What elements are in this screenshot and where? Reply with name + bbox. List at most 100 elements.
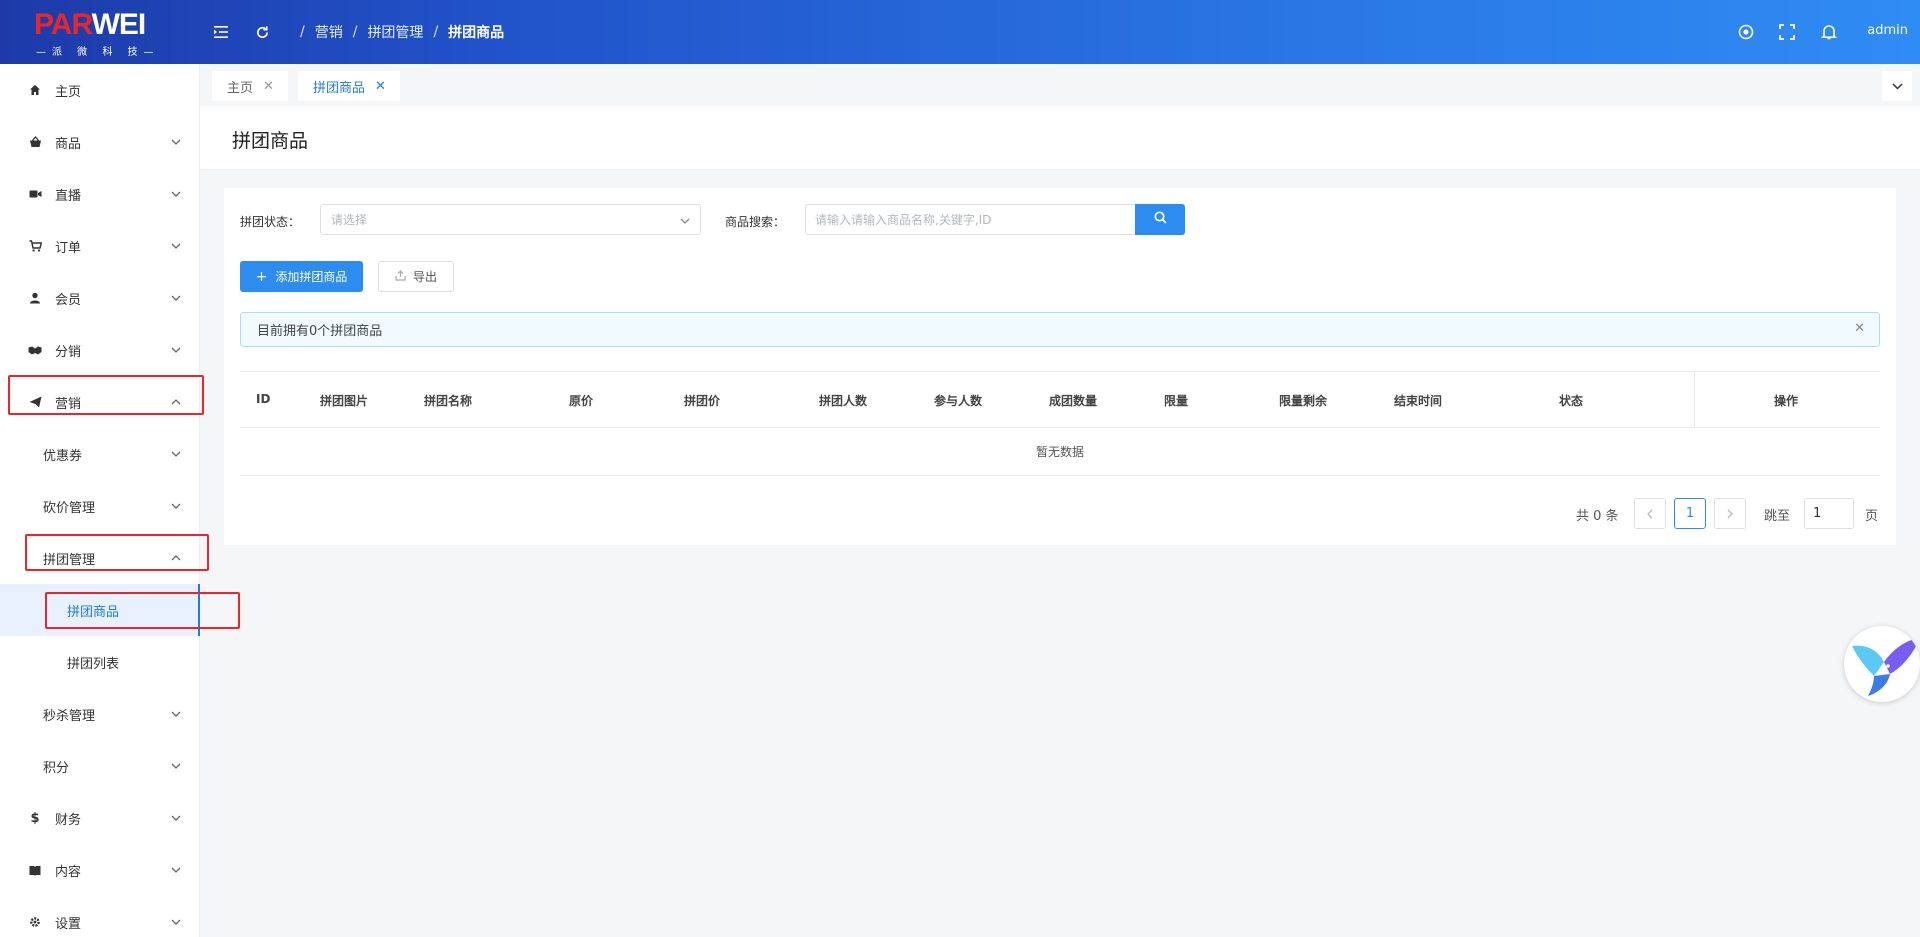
close-icon[interactable]: ✕ [1854,321,1865,336]
group-products-table: ID 拼团图片 拼团名称 原价 拼团价 拼团人数 参与人数 成团数量 限量 限量… [240,371,1880,476]
chevron-up-icon [170,396,182,408]
close-icon[interactable]: ✕ [263,79,274,94]
sidebar-item-label: 直播 [55,188,82,204]
chevron-down-icon [170,760,182,772]
alert-text: 目前拥有0个拼团商品 [257,324,383,339]
target-icon[interactable] [1736,22,1756,42]
chevron-down-icon [170,292,182,304]
sidebar-item-products[interactable]: 商品 [0,116,200,168]
sidebar-item-group-list[interactable]: 拼团列表 [0,636,200,688]
chevron-down-icon [170,448,182,460]
column-header-status: 状态 [1559,394,1584,408]
sidebar-item-label: 拼团列表 [67,656,120,672]
sidebar-item-orders[interactable]: 订单 [0,220,200,272]
home-icon [28,83,42,97]
sidebar-item-flash-sale[interactable]: 秒杀管理 [0,688,200,740]
sidebar-item-distribution[interactable]: 分销 [0,324,200,376]
menu-fold-icon[interactable] [211,22,231,42]
sidebar-item-label: 营销 [55,396,82,412]
column-header-end-time: 结束时间 [1394,394,1443,408]
sidebar-item-finance[interactable]: $ 财务 [0,792,200,844]
page-header: 拼团商品 [200,106,1920,170]
book-icon [28,863,42,877]
search-label: 商品搜索： [725,215,786,229]
chevron-right-icon [1727,509,1733,518]
sidebar-item-label: 优惠券 [43,448,83,464]
add-button-label: 添加拼团商品 [275,270,348,284]
close-icon[interactable]: ✕ [375,79,386,94]
paper-plane-icon [28,395,42,409]
sidebar-item-group-products[interactable]: 拼团商品 [0,584,200,636]
column-header-id: ID [256,392,271,406]
pagination-total: 共 0 条 [1576,509,1619,524]
chevron-down-icon [1891,79,1903,94]
sidebar-item-marketing[interactable]: 营销 [0,376,200,428]
page-button-current[interactable]: 1 [1674,498,1706,529]
sidebar-item-label: 会员 [55,292,82,308]
sidebar-item-live[interactable]: 直播 [0,168,200,220]
floating-assistant-bird-icon[interactable] [1844,626,1920,702]
status-select-placeholder: 请选择 [331,213,368,227]
info-alert: 目前拥有0个拼团商品 ✕ [240,312,1880,347]
goto-label: 跳至 [1764,509,1791,524]
pagination: 共 0 条 1 跳至 1 页 [224,498,1896,529]
sidebar-item-bargain[interactable]: 砍价管理 [0,480,200,532]
breadcrumb-item-marketing[interactable]: 营销 [315,22,343,42]
sidebar-item-content[interactable]: 内容 [0,844,200,896]
tab-label: 拼团商品 [313,80,366,96]
export-button[interactable]: 导出 [378,261,454,292]
sidebar-item-points[interactable]: 积分 [0,740,200,792]
next-page-button[interactable] [1714,498,1746,529]
column-header-original-price: 原价 [569,394,594,408]
status-filter-label: 拼团状态： [240,215,301,229]
user-icon [28,291,42,305]
search-input-placeholder: 请输入请输入商品名称,关键字,ID [815,213,992,227]
goto-page-input[interactable]: 1 [1804,498,1854,529]
video-icon [28,187,42,201]
tabs-bar: 主页 ✕ 拼团商品 ✕ [200,64,1920,106]
search-input[interactable]: 请输入请输入商品名称,关键字,ID [805,204,1135,235]
sidebar-item-label: 积分 [43,760,70,776]
user-menu[interactable]: admin [1867,23,1908,38]
logo: PARWEI —派 微 科 技— [28,8,168,58]
sidebar-item-group-management[interactable]: 拼团管理 [0,532,200,584]
search-button[interactable] [1135,204,1185,235]
sidebar-item-home[interactable]: 主页 [0,64,200,116]
chevron-down-icon [170,864,182,876]
chevron-down-icon [680,213,690,227]
sidebar-item-label: 分销 [55,344,82,360]
tabs-menu-button[interactable] [1882,71,1912,101]
sidebar-item-settings[interactable]: 设置 [0,896,200,937]
tab-group-products[interactable]: 拼团商品 ✕ [298,71,400,101]
basket-icon [28,135,42,149]
breadcrumb-item-group-management[interactable]: 拼团管理 [367,22,423,42]
prev-page-button[interactable] [1634,498,1666,529]
chevron-down-icon [170,188,182,200]
breadcrumb-separator: / [300,24,305,40]
chevron-down-icon [170,812,182,824]
logo-text: PARWEI [34,8,146,41]
sidebar-item-label: 主页 [55,84,82,100]
top-header: PARWEI —派 微 科 技— / 营销 / 拼团管理 / 拼团商品 admi… [0,0,1920,64]
column-header-limit: 限量 [1164,394,1189,408]
handshake-icon [28,343,42,357]
add-group-product-button[interactable]: + 添加拼团商品 [240,261,363,292]
tab-home[interactable]: 主页 ✕ [212,71,288,101]
sidebar-item-label: 秒杀管理 [43,708,96,724]
cart-icon [28,239,42,253]
sidebar-item-members[interactable]: 会员 [0,272,200,324]
column-header-group-price: 拼团价 [684,394,721,408]
export-button-label: 导出 [412,270,437,284]
column-header-groups-formed: 成团数量 [1049,394,1098,408]
bell-icon[interactable] [1819,22,1839,42]
status-select[interactable]: 请选择 [320,204,701,235]
refresh-icon[interactable] [252,22,272,42]
tab-label: 主页 [227,80,254,96]
sidebar-item-coupons[interactable]: 优惠券 [0,428,200,480]
export-icon [395,269,406,284]
chevron-left-icon [1647,509,1653,518]
fullscreen-icon[interactable] [1777,22,1797,42]
plus-icon: + [255,268,268,285]
chevron-down-icon [170,344,182,356]
column-header-image: 拼团图片 [320,394,369,408]
